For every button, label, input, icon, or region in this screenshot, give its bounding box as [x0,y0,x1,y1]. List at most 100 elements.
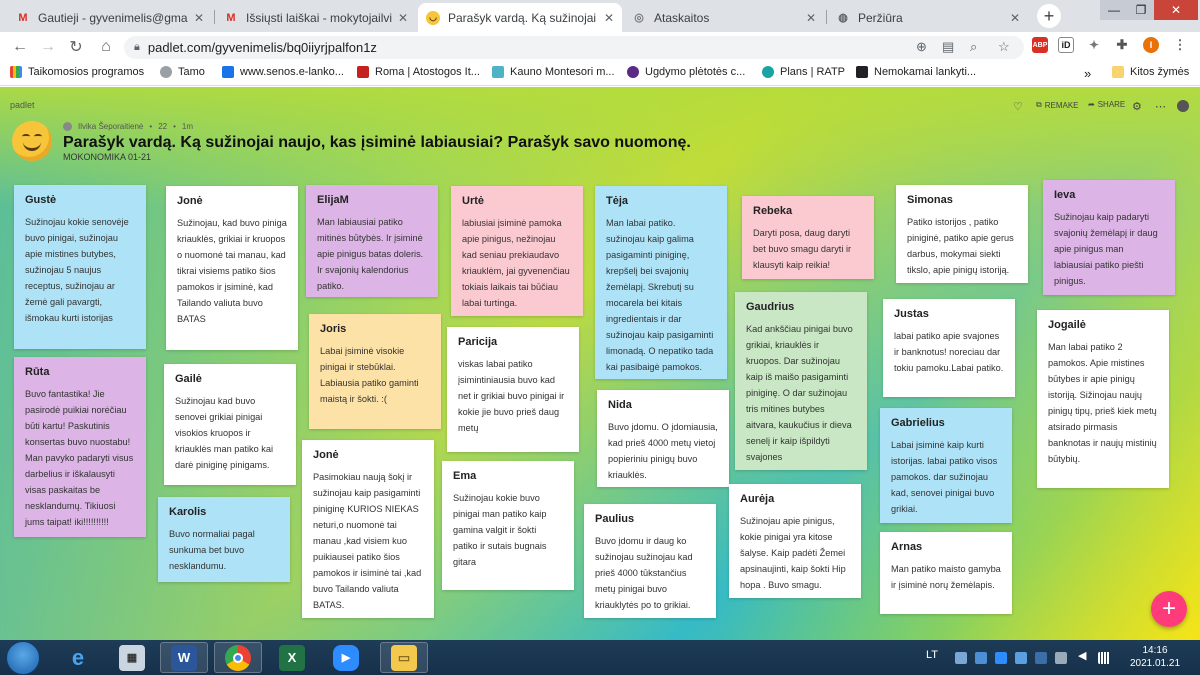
taskbar-chrome[interactable] [214,642,262,673]
post-card[interactable]: Nida Buvo jdomu. O įdomiausia, kad prieš … [597,390,729,487]
taskbar-excel[interactable]: X [268,642,316,673]
url-text: padlet.com/gyvenimelis/bq0iiyrjpalfon1z [147,40,377,55]
bookmark-ugdymo[interactable]: Ugdymo plėtotės c... [627,66,745,78]
post-card[interactable]: Arnas Man patiko maisto gamyba ir įsiminė… [880,532,1012,614]
taskbar-word[interactable]: W [160,642,208,673]
tray-icon[interactable] [1015,652,1027,664]
tab-reports[interactable]: ◎ Ataskaitos ✕ [624,3,824,32]
extension-figure-icon[interactable]: ✦ [1086,37,1102,53]
author-avatar [63,122,72,131]
back-icon[interactable]: ← [10,37,30,57]
tab-padlet[interactable]: ◡ Parašyk vardą. Ką sužinojai nauj ✕ [418,3,622,32]
heart-icon[interactable]: ♡ [1013,100,1023,113]
other-bookmarks-folder[interactable]: Kitos žymės [1112,66,1189,78]
share-button[interactable]: ➦ SHARE [1088,100,1125,109]
bookmarks-overflow-button[interactable]: » [1084,66,1091,81]
close-window-button[interactable]: ✕ [1154,0,1198,20]
zoom-icon[interactable]: ⌕ [970,39,977,55]
post-card[interactable]: ElijaM Man labiausiai patiko mitinės būty… [306,185,438,297]
post-card[interactable]: Ema Sužinojau kokie buvo pinigai man pati… [442,461,574,590]
more-dots-icon[interactable]: ⋯ [1155,100,1166,113]
padlet-logo[interactable]: padlet [10,100,35,110]
tab-gmail-sent[interactable]: M Išsiųsti laiškai - mokytojailvika@ ✕ [216,3,416,32]
post-card[interactable]: Simonas Patiko istorijos , patiko pinigin… [896,185,1028,283]
close-tab-icon[interactable]: ✕ [194,11,204,25]
post-text: Buvo fantastika! Jie pasirodė puikiai no… [25,389,134,527]
reload-icon[interactable]: ↻ [66,37,86,57]
post-card[interactable]: Joris Labai įsiminė visokie pinigai ir st… [309,314,441,429]
tray-icon[interactable] [975,652,987,664]
bookmark-ratp[interactable]: Plans | RATP [762,66,845,78]
home-icon[interactable]: ⌂ [96,37,116,57]
remake-button[interactable]: ⧉ REMAKE [1036,100,1079,110]
new-tab-button[interactable]: + [1037,4,1061,28]
settings-gear-icon[interactable]: ⚙ [1132,100,1142,113]
start-button[interactable] [6,641,40,675]
address-bar[interactable]: 🔒︎ padlet.com/gyvenimelis/bq0iiyrjpalfon… [124,36,1024,59]
post-card[interactable]: Jonė Pasimokiau naują šokį ir sužinojau k… [302,440,434,618]
bookmark-apps[interactable]: Taikomosios programos [10,66,144,78]
add-icon[interactable]: ⊕ [916,39,927,55]
close-tab-icon[interactable]: ✕ [604,11,614,25]
close-tab-icon[interactable]: ✕ [806,11,816,25]
post-card[interactable]: Gaudrius Kad ankščiau pinigai buvo grikia… [735,292,867,470]
post-card[interactable]: Rūta Buvo fantastika! Jie pasirodė puikia… [14,357,146,537]
tray-icon[interactable] [1035,652,1047,664]
post-text: Sužinojau apie pinigus, kokie pinigai yr… [740,516,846,590]
bookmark-roma[interactable]: Roma | Atostogos It... [357,66,480,78]
post-card[interactable]: Ieva Sužinojau kaip padaryti svajonių žem… [1043,180,1175,295]
post-text: Labai įsiminė visokie pinigai ir stebūkl… [320,346,419,404]
post-text: Man patiko maisto gamyba ir įsiminė norų… [891,564,1001,590]
bookmark-tamo[interactable]: Tamo [160,66,205,78]
tab-preview[interactable]: ◍ Peržiūra ✕ [828,3,1028,32]
volume-icon[interactable]: ◀ [1078,649,1090,662]
minimize-button[interactable]: — [1100,0,1128,20]
tray-icon[interactable] [955,652,967,664]
tray-network-icon[interactable] [1055,652,1067,664]
translate-icon[interactable]: ▤ [942,39,954,55]
user-avatar[interactable] [1177,100,1189,112]
post-card[interactable]: Jogailė Man labai patiko 2 pamokos. Apie … [1037,310,1169,488]
maximize-button[interactable]: ❐ [1128,0,1154,20]
post-card[interactable]: Gabrielius Labai įsiminė kaip kurti istor… [880,408,1012,523]
taskbar-zoom[interactable]: ▶ [322,642,370,673]
e-icon [222,66,234,78]
post-card[interactable]: Urtė labiusiai įsiminė pamoka apie pinigu… [451,186,583,316]
system-clock[interactable]: 14:16 2021.01.21 [1125,644,1185,670]
post-card[interactable]: Jonė Sužinojau, kad buvo piniga kriauklės… [166,186,298,350]
bookmark-senos[interactable]: www.senos.e-lanko... [222,66,344,78]
post-card[interactable]: Paricija viskas labai patiko įsimintiniau… [447,327,579,452]
taskbar-explorer[interactable]: ▭ [380,642,428,673]
post-card[interactable]: Paulius Buvo įdomu ir daug ko sužinojau s… [584,504,716,618]
post-card[interactable]: Tėja Man labai patiko. sužinojau kaip gal… [595,186,727,379]
tab-divider [214,10,215,24]
language-indicator[interactable]: LT [926,649,938,661]
bookmark-montessori[interactable]: Kauno Montesori m... [492,66,615,78]
gmail-icon: M [18,11,28,24]
post-text: Sužinojau kaip padaryti svajonių žemėlap… [1054,212,1158,286]
adblock-icon[interactable]: ABP [1032,37,1048,53]
id-extension-icon[interactable]: iD [1058,37,1074,53]
post-card[interactable]: Justas labai patiko apie svajones ir bank… [883,299,1015,397]
tab-gmail-inbox[interactable]: M Gautieji - gyvenimelis@gmail.co ✕ [8,3,212,32]
bookmark-star-icon[interactable]: ☆ [998,39,1010,55]
post-text: Pasimokiau naują šokį ir sužinojau kaip … [313,472,422,610]
close-tab-icon[interactable]: ✕ [398,11,408,25]
profile-avatar[interactable]: I [1143,37,1159,53]
post-author: Arnas [891,541,923,553]
tray-zoom-icon[interactable] [995,652,1007,664]
taskbar-calculator[interactable]: ▦ [108,642,156,673]
close-tab-icon[interactable]: ✕ [1010,11,1020,25]
bookmark-nemokamai[interactable]: Nemokamai lankyti... [856,66,976,78]
add-post-button[interactable]: + [1151,591,1187,627]
taskbar-internet-explorer[interactable]: e [54,642,102,673]
forward-icon[interactable]: → [38,37,58,57]
post-card[interactable]: Aurėja Sužinojau apie pinigus, kokie pini… [729,484,861,598]
post-card[interactable]: Karolis Buvo normaliai pagal sunkuma bet … [158,497,290,582]
signal-icon[interactable] [1098,652,1110,664]
post-card[interactable]: Rebeka Daryti posa, daug daryti bet buvo … [742,196,874,279]
puzzle-icon[interactable]: ✚ [1114,37,1130,53]
menu-dots-icon[interactable]: ⋮ [1172,37,1188,53]
post-card[interactable]: Gustė Sužinojau kokie senovėje buvo pinig… [14,185,146,349]
post-card[interactable]: Gailė Sužinojau kad buvo senovei grikiai … [164,364,296,485]
